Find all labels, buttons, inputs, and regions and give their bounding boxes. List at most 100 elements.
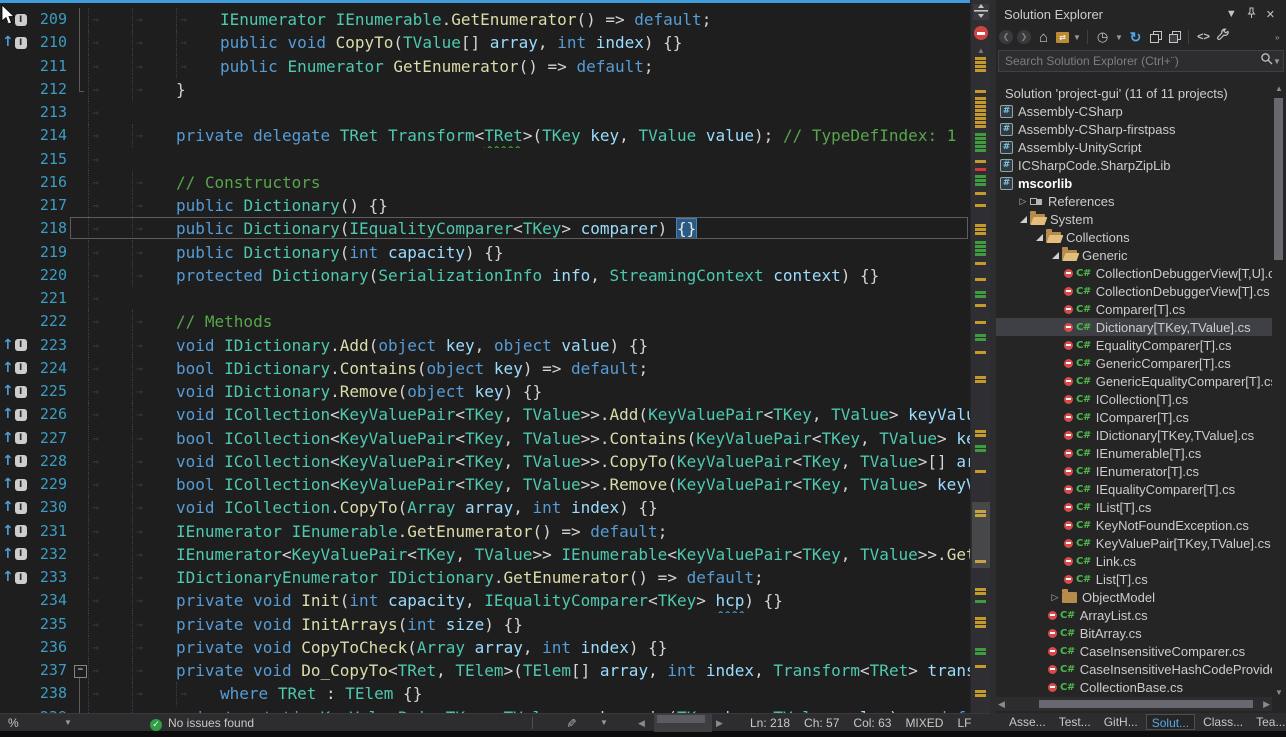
back-icon[interactable]: ❮ <box>999 30 1013 44</box>
code-text[interactable]: →→void ICollection<KeyValuePair<TKey, TV… <box>88 450 970 473</box>
code-line[interactable]: 234 →→private void Init(int capacity, IEq… <box>0 589 970 612</box>
editor-vertical-scrollbar-thumb[interactable] <box>972 502 990 568</box>
code-text[interactable]: → <box>88 101 970 124</box>
code-line[interactable]: 221→ <box>0 287 970 310</box>
line-number[interactable]: 210 <box>30 31 72 54</box>
code-text[interactable]: →→→IEnumerator IEnumerable.GetEnumerator… <box>88 8 970 31</box>
code-line[interactable]: ↑I210 →→→public void CopyTo(TValue[] arra… <box>0 31 970 54</box>
code-text[interactable]: →→bool ICollection<KeyValuePair<TKey, TV… <box>88 473 970 496</box>
code-text[interactable]: → <box>88 287 970 310</box>
override-indicator-icon[interactable]: ↑I <box>0 543 30 566</box>
sync-active-document-icon[interactable]: ⇄ <box>1056 32 1069 43</box>
tree-item-file[interactable]: C#EqualityComparer[T].cs <box>996 336 1272 354</box>
code-text[interactable]: →→public Dictionary(int capacity) {} <box>88 241 970 264</box>
tree-item-project[interactable]: #Assembly-UnityScript <box>996 138 1272 156</box>
collapse-all-icon[interactable] <box>1150 34 1159 43</box>
code-text[interactable]: →→→where TRet : TElem {} <box>88 682 970 705</box>
tree-item-file[interactable]: C#IEqualityComparer[T].cs <box>996 480 1272 498</box>
tree-item-file[interactable]: C#List[T].cs <box>996 570 1272 588</box>
override-indicator-icon[interactable]: ↑I <box>0 31 30 54</box>
line-number[interactable]: 237 <box>30 659 72 682</box>
line-number[interactable]: 220 <box>30 264 72 287</box>
code-text[interactable]: → <box>88 148 970 171</box>
line-number[interactable]: 224 <box>30 357 72 380</box>
code-text[interactable]: →→private delegate TRet Transform<TRet>(… <box>88 124 970 147</box>
zoom-level-label[interactable]: % <box>8 714 19 732</box>
code-editor[interactable]: ↑I209→→→IEnumerator IEnumerable.GetEnume… <box>0 3 970 713</box>
close-icon[interactable]: ✕ <box>1261 8 1280 21</box>
scrollbar-split-grip-icon[interactable] <box>973 4 989 20</box>
line-number[interactable]: 233 <box>30 566 72 589</box>
tree-item-file[interactable]: C#CollectionBase.cs <box>996 678 1272 696</box>
line-number[interactable]: 216 <box>30 171 72 194</box>
code-line[interactable]: 211→→→public Enumerator GetEnumerator() … <box>0 55 970 78</box>
tree-horizontal-scrollbar-thumb[interactable] <box>1039 700 1253 708</box>
dock-tab[interactable]: GitH... <box>1099 714 1143 730</box>
history-filter-icon[interactable]: ◷ <box>1094 29 1111 45</box>
line-number[interactable]: 234 <box>30 589 72 612</box>
code-line[interactable]: 219→→public Dictionary(int capacity) {} <box>0 241 970 264</box>
dock-tab[interactable]: Solut... <box>1146 714 1195 730</box>
tree-item-project[interactable]: #Assembly-CSharp <box>996 102 1272 120</box>
pin-icon[interactable] <box>1242 7 1261 22</box>
code-text[interactable]: →→private void Init(int capacity, IEqual… <box>88 589 970 612</box>
scrollbar-annotation-strip[interactable]: ▲ <box>970 0 990 713</box>
tree-vertical-scrollbar[interactable]: ▲ ▼ <box>1272 84 1286 697</box>
tree-horizontal-scrollbar[interactable]: ◀ ▶ <box>996 697 1272 711</box>
code-line[interactable]: 237 →→private void Do_CopyTo<TRet, TElem>… <box>0 659 970 682</box>
line-number[interactable]: 222 <box>30 310 72 333</box>
line-number[interactable]: 231 <box>30 520 72 543</box>
toolbar-overflow-icon[interactable]: » <box>1275 33 1283 42</box>
tree-item-file[interactable]: C#IEnumerator[T].cs <box>996 462 1272 480</box>
code-line[interactable]: 213 → <box>0 101 970 124</box>
line-number[interactable]: 227 <box>30 427 72 450</box>
tree-vertical-scrollbar-thumb[interactable] <box>1274 98 1283 260</box>
code-line[interactable]: 214→→private delegate TRet Transform<TRe… <box>0 124 970 147</box>
home-icon[interactable]: ⌂ <box>1035 29 1052 46</box>
code-text[interactable]: →→private static KeyValuePair<TKey, TVal… <box>88 706 970 714</box>
line-number[interactable]: 232 <box>30 543 72 566</box>
tree-item-file[interactable]: C#GenericComparer[T].cs <box>996 354 1272 372</box>
code-line[interactable]: 239 →→private static KeyValuePair<TKey, T… <box>0 706 970 714</box>
tree-item-file[interactable]: C#IDictionary[TKey,TValue].cs <box>996 426 1272 444</box>
line-number[interactable]: 238 <box>30 682 72 705</box>
code-line[interactable]: ↑I224→→bool IDictionary.Contains(object … <box>0 357 970 380</box>
fold-collapse-icon[interactable] <box>72 659 88 682</box>
code-text[interactable]: →→public Dictionary() {} <box>88 194 970 217</box>
line-number[interactable]: 212 <box>30 78 72 101</box>
tree-item-project[interactable]: #ICSharpCode.SharpZipLib <box>996 156 1272 174</box>
dock-tab[interactable]: Class... <box>1198 714 1248 730</box>
chevron-down-icon[interactable]: ▼ <box>1073 33 1081 42</box>
search-icon[interactable] <box>1260 52 1273 70</box>
line-number[interactable]: 226 <box>30 403 72 426</box>
line-number[interactable]: 213 <box>30 101 72 124</box>
scroll-right-arrow-icon[interactable]: ▶ <box>1263 699 1270 710</box>
scroll-left-arrow-icon[interactable]: ◀ <box>998 699 1005 710</box>
zoom-dropdown-icon[interactable]: ▼ <box>64 714 72 732</box>
code-text[interactable]: →→private void CopyToCheck(Array array, … <box>88 636 970 659</box>
window-position-chevron-icon[interactable]: ▼ <box>1221 8 1242 20</box>
tree-item-file[interactable]: C#Dictionary[TKey,TValue].cs <box>996 318 1272 336</box>
code-text[interactable]: →→private void Do_CopyTo<TRet, TElem>(TE… <box>88 659 970 682</box>
code-line[interactable]: ↑I223→→void IDictionary.Add(object key, … <box>0 334 970 357</box>
code-text[interactable]: →→void IDictionary.Remove(object key) {} <box>88 380 970 403</box>
line-number[interactable]: 217 <box>30 194 72 217</box>
code-line[interactable]: ↑I231→→IEnumerator IEnumerable.GetEnumer… <box>0 520 970 543</box>
forward-icon[interactable]: ❯ <box>1017 30 1031 44</box>
tree-item-file[interactable]: C#IComparer[T].cs <box>996 408 1272 426</box>
override-indicator-icon[interactable]: ↑I <box>0 496 30 519</box>
override-indicator-icon[interactable]: ↑I <box>0 403 30 426</box>
override-indicator-icon[interactable]: ↑I <box>0 380 30 403</box>
line-number[interactable]: 239 <box>30 706 72 714</box>
code-text[interactable]: →→public Dictionary(IEqualityComparer<TK… <box>88 217 970 240</box>
code-text[interactable]: →→→public void CopyTo(TValue[] array, in… <box>88 31 970 54</box>
code-text[interactable]: →→→public Enumerator GetEnumerator() => … <box>88 55 970 78</box>
tree-item-references[interactable]: ▷References <box>996 192 1272 210</box>
editor-horizontal-scrollbar-thumb[interactable] <box>657 715 705 723</box>
tree-item-file[interactable]: C#BitArray.cs <box>996 624 1272 642</box>
issues-label[interactable]: No issues found <box>168 714 254 732</box>
code-line[interactable]: 220→→protected Dictionary(SerializationI… <box>0 264 970 287</box>
tree-item-file[interactable]: C#Link.cs <box>996 552 1272 570</box>
override-indicator-icon[interactable]: ↑I <box>0 566 30 589</box>
line-number[interactable]: 209 <box>30 8 72 31</box>
